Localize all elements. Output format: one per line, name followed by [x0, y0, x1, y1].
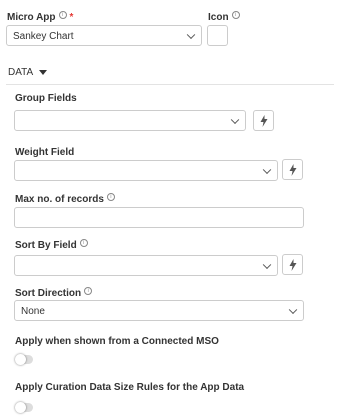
curation-rules-toggle[interactable]: [15, 402, 33, 413]
sort-by-field-label-text: Sort By Field: [15, 240, 77, 251]
curation-rules-label: Apply Curation Data Size Rules for the A…: [15, 382, 245, 393]
info-icon: i: [231, 11, 240, 19]
caret-down-icon: [39, 69, 48, 75]
weight-field-lightning-button[interactable]: [282, 159, 303, 180]
info-icon: i: [79, 239, 88, 247]
micro-app-select[interactable]: Sankey Chart: [6, 25, 202, 46]
micro-app-label: Micro App i *: [7, 11, 74, 23]
micro-app-select-value: Sankey Chart: [13, 31, 74, 42]
icon-field-label: Icon i: [208, 11, 240, 23]
sort-direction-label-text: Sort Direction: [15, 288, 82, 299]
sort-by-field-lightning-button[interactable]: [282, 254, 303, 275]
icon-picker[interactable]: [207, 25, 228, 46]
sort-direction-value: None: [21, 306, 45, 317]
toggle-knob: [15, 354, 26, 365]
connected-mso-toggle[interactable]: [15, 354, 33, 365]
group-fields-lightning-button[interactable]: [253, 110, 274, 131]
chevron-down-icon: [262, 260, 272, 269]
max-records-label: Max no. of records i: [15, 193, 115, 205]
group-fields-label: Group Fields: [15, 93, 77, 104]
micro-app-label-text: Micro App: [7, 12, 56, 23]
chevron-down-icon: [230, 115, 240, 124]
required-mark: *: [69, 12, 74, 23]
lightning-icon: [289, 163, 296, 176]
group-fields-select[interactable]: [14, 110, 246, 131]
data-section-title: DATA: [8, 67, 34, 78]
info-icon: i: [58, 11, 67, 19]
chevron-down-icon: [186, 30, 196, 39]
sort-direction-select[interactable]: None: [14, 300, 304, 321]
info-icon: i: [106, 193, 115, 201]
chevron-down-icon: [288, 305, 298, 314]
sort-by-field-label: Sort By Field i: [15, 239, 88, 251]
connected-mso-label: Apply when shown from a Connected MSO: [15, 336, 219, 347]
info-icon: i: [84, 287, 93, 295]
max-records-label-text: Max no. of records: [15, 194, 104, 205]
sort-by-field-select[interactable]: [14, 255, 278, 276]
max-records-input[interactable]: [14, 207, 304, 228]
lightning-icon: [289, 258, 296, 271]
lightning-icon: [260, 114, 267, 127]
toggle-knob: [15, 402, 26, 413]
data-section-header[interactable]: DATA: [8, 67, 48, 78]
sort-direction-label: Sort Direction i: [15, 287, 93, 299]
section-divider: [6, 84, 334, 85]
icon-field-label-text: Icon: [208, 12, 229, 23]
weight-field-label: Weight Field: [15, 147, 75, 158]
weight-field-select[interactable]: [14, 160, 278, 181]
chevron-down-icon: [262, 165, 272, 174]
